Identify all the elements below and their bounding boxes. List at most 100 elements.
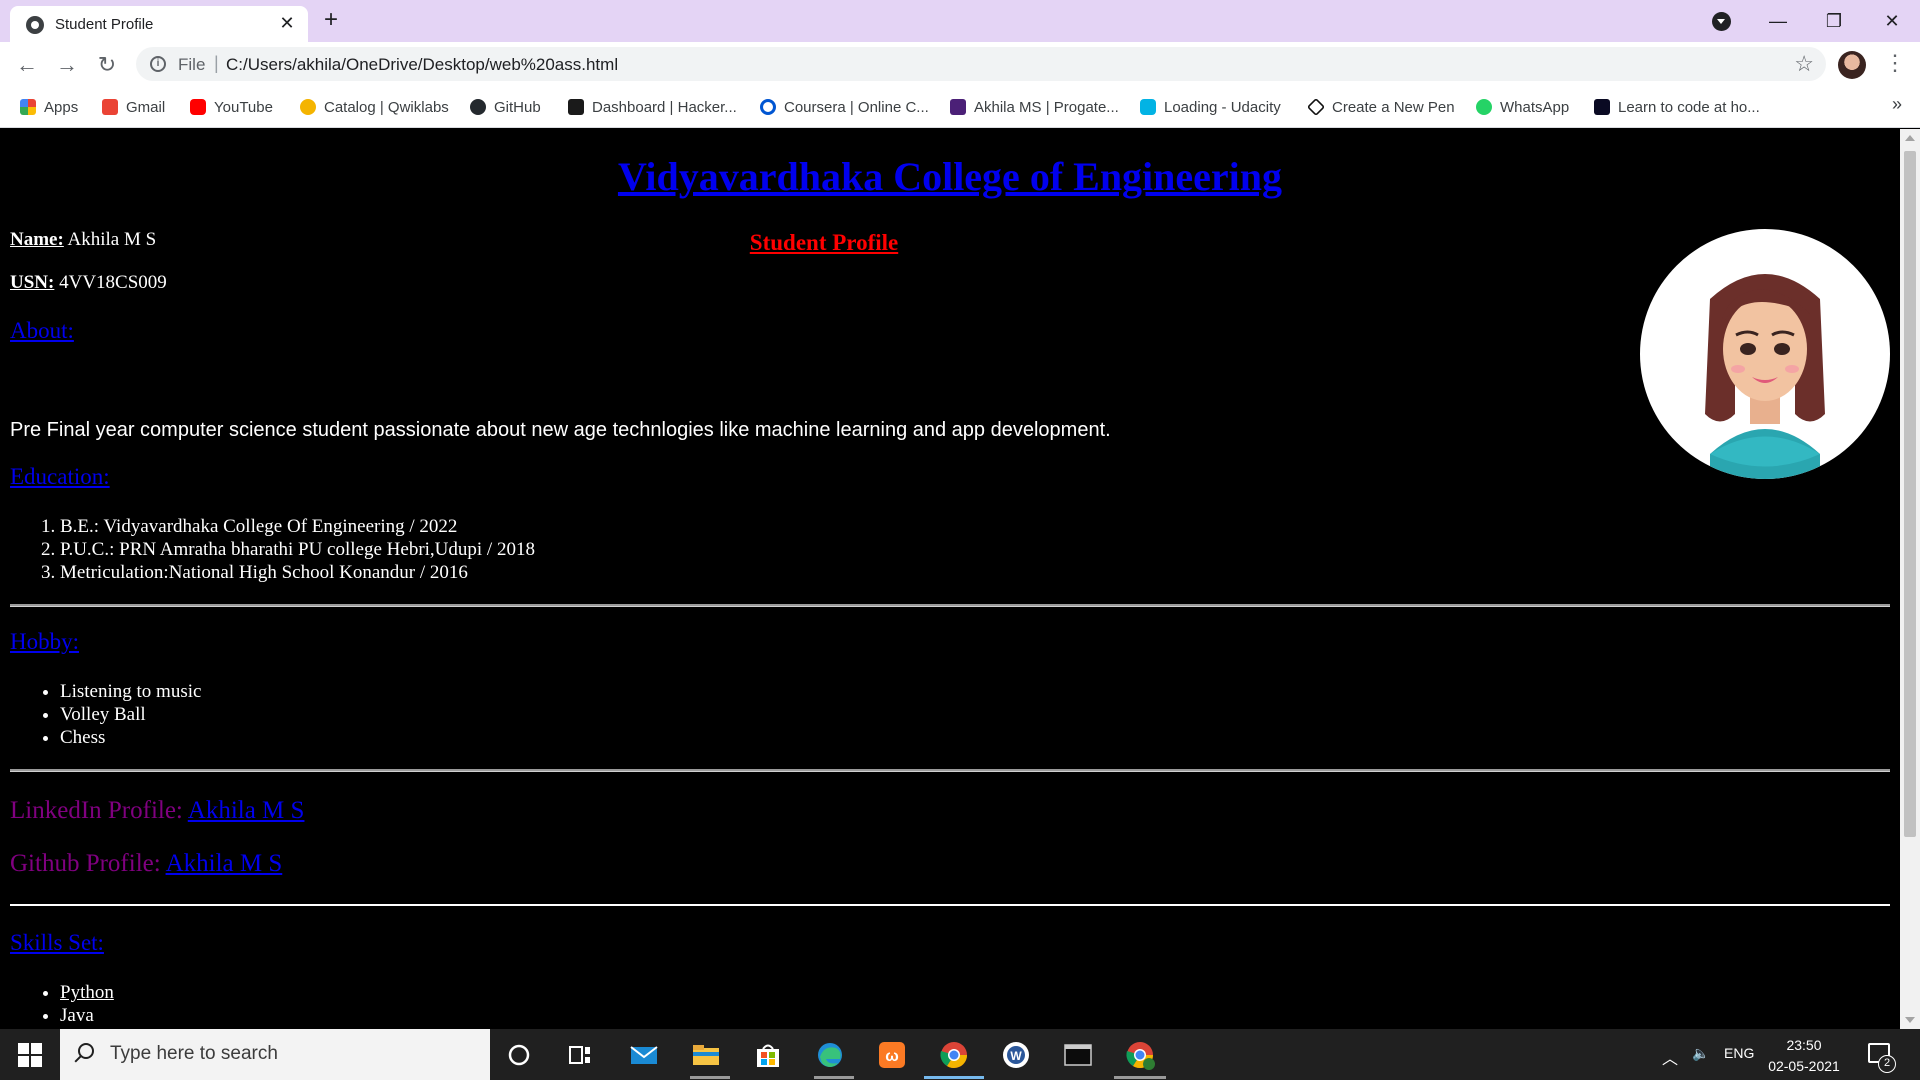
file-explorer-icon[interactable] — [690, 1039, 722, 1071]
bookmark-gmail[interactable]: Gmail — [102, 96, 165, 118]
site-info-icon[interactable]: i — [150, 56, 166, 72]
bookmark-label: GitHub — [494, 98, 541, 116]
notification-count-badge: 2 — [1878, 1055, 1896, 1073]
apps-grid-icon — [20, 99, 36, 115]
about-heading-link[interactable]: About: — [10, 318, 74, 344]
profile-avatar-icon[interactable] — [1838, 51, 1866, 79]
bookmarks-overflow-icon[interactable]: » — [1892, 94, 1902, 115]
word-app-icon[interactable]: W — [1000, 1039, 1032, 1071]
bookmark-label: Catalog | Qwiklabs — [324, 98, 449, 116]
education-item: P.U.C.: PRN Amratha bharathi PU college … — [60, 538, 535, 561]
coursera-icon — [760, 99, 776, 115]
name-value: Akhila M S — [67, 229, 157, 250]
clock-date: 02-05-2021 — [1768, 1058, 1840, 1074]
page-subtitle: Student Profile — [749, 230, 899, 255]
girl-avatar-icon — [1705, 274, 1825, 479]
bookmark-github[interactable]: GitHub — [470, 96, 541, 118]
hackerrank-icon — [568, 99, 584, 115]
tab-close-button[interactable]: ✕ — [276, 12, 298, 34]
youtube-icon — [190, 99, 206, 115]
url-text[interactable]: C:/Users/akhila/OneDrive/Desktop/web%20a… — [226, 55, 618, 75]
input-language[interactable]: ENG — [1724, 1045, 1754, 1061]
search-placeholder: Type here to search — [110, 1043, 278, 1064]
search-icon — [78, 1043, 94, 1059]
clock-time: 23:50 — [1786, 1037, 1822, 1053]
edge-icon[interactable] — [814, 1039, 846, 1071]
hobby-heading-link[interactable]: Hobby: — [10, 629, 79, 655]
scroll-down-icon[interactable] — [1905, 1017, 1915, 1023]
bookmark-progate[interactable]: Akhila MS | Progate... — [950, 96, 1119, 118]
show-hidden-icons-icon[interactable]: ︿ — [1662, 1045, 1678, 1069]
codepen-icon — [1306, 97, 1326, 117]
page-content: Vidyavardhaka College of Engineering Stu… — [0, 129, 1900, 1029]
close-window-button[interactable]: ✕ — [1872, 4, 1912, 38]
scrollbar-thumb[interactable] — [1904, 151, 1916, 837]
forward-arrow-icon[interactable]: → — [52, 50, 82, 80]
bookmark-udacity[interactable]: Loading - Udacity — [1140, 96, 1281, 118]
whatsapp-icon — [1476, 99, 1492, 115]
education-item: B.E.: Vidyavardhaka College Of Engineeri… — [60, 515, 535, 538]
bookmark-qwiklabs[interactable]: Catalog | Qwiklabs — [300, 96, 449, 118]
xampp-icon[interactable]: ω — [876, 1039, 908, 1071]
system-clock[interactable]: 23:50 02-05-2021 — [1764, 1035, 1844, 1077]
college-heading-link[interactable]: Vidyavardhaka College of Engineering — [0, 153, 1900, 200]
freecodecamp-icon — [1594, 99, 1610, 115]
bookmark-label: Learn to code at ho... — [1618, 98, 1760, 116]
bookmark-codepen[interactable]: Create a New Pen — [1306, 96, 1455, 118]
linkedin-label: LinkedIn Profile: — [10, 797, 183, 824]
browser-tab[interactable]: Student Profile ✕ — [10, 6, 308, 42]
skill-link[interactable]: Python — [60, 982, 114, 1003]
education-item: Metriculation:National High School Konan… — [60, 561, 535, 584]
scroll-up-icon[interactable] — [1905, 135, 1915, 141]
github-link[interactable]: Akhila M S — [166, 850, 283, 877]
skill-item: Java — [60, 1004, 114, 1027]
reload-icon[interactable]: ↻ — [92, 50, 122, 80]
bookmark-label: Coursera | Online C... — [784, 98, 929, 116]
task-view-icon[interactable] — [564, 1039, 596, 1071]
hobby-item: Volley Ball — [60, 703, 201, 726]
github-label: Github Profile: — [10, 850, 161, 877]
microsoft-store-icon[interactable] — [752, 1039, 784, 1071]
bookmark-hackerrank[interactable]: Dashboard | Hacker... — [568, 96, 737, 118]
bookmark-label: Apps — [44, 98, 79, 116]
section-divider — [10, 904, 1890, 906]
skills-heading-link[interactable]: Skills Set: — [10, 930, 104, 956]
bookmark-star-icon[interactable]: ☆ — [1794, 51, 1814, 77]
usn-value: 4VV18CS009 — [59, 272, 167, 293]
usn-field: USN: 4VV18CS009 — [10, 272, 167, 294]
bookmark-whatsapp[interactable]: WhatsApp — [1476, 96, 1569, 118]
qwiklabs-icon — [300, 99, 316, 115]
bookmark-apps[interactable]: Apps — [20, 96, 78, 118]
name-label: Name: — [10, 229, 64, 250]
mail-icon[interactable] — [628, 1039, 660, 1071]
terminal-icon[interactable] — [1062, 1039, 1094, 1071]
chrome-menu-icon[interactable]: ⋮ — [1884, 50, 1906, 76]
volume-icon[interactable]: 🔈 — [1692, 1045, 1709, 1062]
hobby-item: Chess — [60, 726, 201, 749]
back-arrow-icon[interactable]: ← — [12, 50, 42, 80]
chrome-icon[interactable] — [938, 1039, 970, 1071]
bookmark-label: Akhila MS | Progate... — [974, 98, 1119, 116]
linkedin-link[interactable]: Akhila M S — [188, 797, 305, 824]
page-scrollbar[interactable] — [1900, 129, 1920, 1029]
minimize-button[interactable]: — — [1758, 4, 1798, 38]
taskbar-search-box[interactable]: Type here to search — [60, 1029, 490, 1080]
hobby-item: Listening to music — [60, 680, 201, 703]
bookmark-coursera[interactable]: Coursera | Online C... — [760, 96, 929, 118]
svg-text:ω: ω — [885, 1048, 899, 1065]
education-heading-link[interactable]: Education: — [10, 464, 110, 490]
bookmark-freecodecamp[interactable]: Learn to code at ho... — [1594, 96, 1760, 118]
running-app-indicator — [814, 1076, 854, 1079]
bookmark-label: Loading - Udacity — [1164, 98, 1281, 116]
section-divider — [10, 769, 1890, 772]
chrome-profile-icon[interactable] — [1124, 1039, 1156, 1071]
tab-search-icon[interactable] — [1712, 12, 1731, 31]
windows-start-icon[interactable] — [18, 1043, 42, 1067]
new-tab-button[interactable]: + — [324, 6, 338, 34]
bookmark-youtube[interactable]: YouTube — [190, 96, 273, 118]
url-scheme: File — [178, 55, 206, 74]
address-bar[interactable]: i File | C:/Users/akhila/OneDrive/Deskto… — [136, 47, 1826, 81]
cortana-icon[interactable] — [503, 1039, 535, 1071]
maximize-button[interactable]: ❐ — [1814, 4, 1854, 38]
skill-item[interactable]: Python — [60, 981, 114, 1004]
